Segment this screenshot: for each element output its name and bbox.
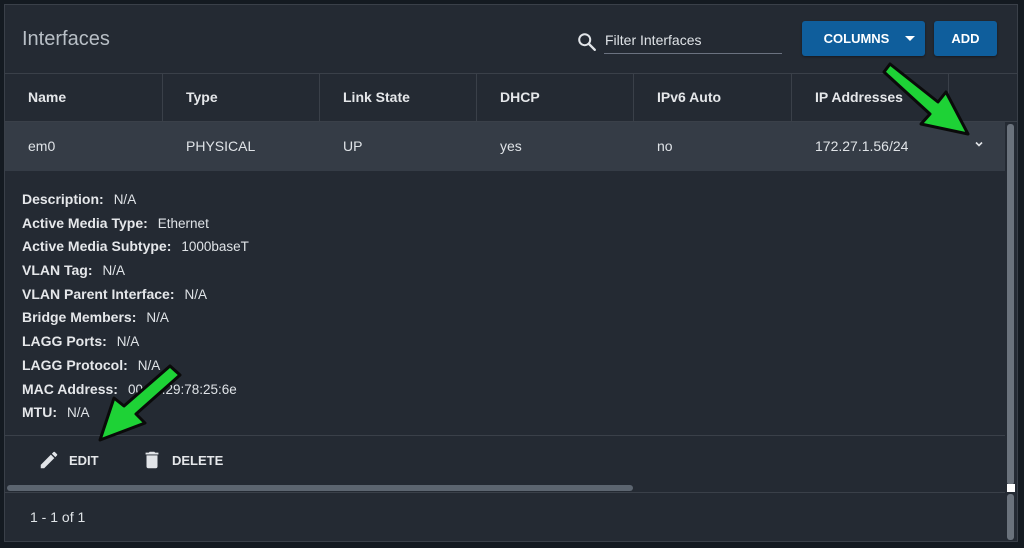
table-footer: 1 - 1 of 1 — [5, 492, 1005, 542]
vertical-scrollbar[interactable] — [1006, 122, 1016, 542]
detail-active-media-type: Active Media Type: Ethernet — [22, 214, 209, 231]
trash-icon — [145, 451, 159, 469]
cell-link-state: UP — [343, 138, 363, 154]
add-button-label: ADD — [951, 31, 980, 46]
pencil-icon — [40, 451, 58, 469]
cell-dhcp: yes — [500, 138, 522, 154]
detail-bridge-members: Bridge Members: N/A — [22, 309, 169, 326]
vertical-scrollbar-thumb[interactable] — [1007, 124, 1014, 485]
table-row[interactable]: em0 PHYSICAL UP yes no 172.27.1.56/24 — [5, 122, 1005, 171]
column-header-name[interactable]: Name — [5, 74, 163, 121]
toolbar: Interfaces COLUMNS ADD — [5, 5, 1017, 73]
detail-vlan-tag: VLAN Tag: N/A — [22, 262, 126, 279]
table-header: Name Type Link State DHCP IPv6 Auto Conf… — [5, 73, 1017, 152]
search-icon — [578, 33, 596, 51]
column-header-link-state[interactable]: Link State — [320, 74, 477, 121]
column-header-ipv6-auto-configure[interactable]: IPv6 Auto Configure — [634, 74, 792, 152]
horizontal-scrollbar-thumb[interactable] — [7, 485, 633, 491]
columns-button[interactable]: COLUMNS — [802, 21, 925, 56]
interfaces-card: Interfaces COLUMNS ADD Name Type Link St… — [4, 4, 1018, 542]
horizontal-scrollbar[interactable] — [5, 483, 1005, 492]
green-arrow-to-expand — [882, 62, 970, 136]
filter-interfaces-input[interactable] — [604, 27, 782, 54]
column-header-type[interactable]: Type — [163, 74, 320, 121]
detail-description: Description: N/A — [22, 191, 137, 207]
detail-active-media-subtype: Active Media Subtype: 1000baseT — [22, 238, 249, 255]
vertical-scrollbar-lower-segment[interactable] — [1007, 494, 1014, 540]
delete-label: DELETE — [172, 452, 224, 468]
columns-button-label: COLUMNS — [823, 31, 890, 46]
detail-lagg-ports: LAGG Ports: N/A — [22, 333, 140, 350]
add-button[interactable]: ADD — [934, 21, 997, 56]
pagination-range: 1 - 1 of 1 — [30, 509, 86, 525]
cell-name: em0 — [28, 138, 56, 154]
cell-type: PHYSICAL — [186, 138, 256, 154]
caret-down-icon — [905, 36, 915, 41]
scrollbar-corner — [1007, 484, 1015, 492]
green-arrow-to-edit — [98, 364, 182, 442]
column-header-dhcp[interactable]: DHCP — [477, 74, 634, 121]
cell-ipv6: no — [657, 138, 673, 154]
edit-label: EDIT — [69, 452, 99, 468]
page-title: Interfaces — [22, 28, 110, 50]
detail-vlan-parent-interface: VLAN Parent Interface: N/A — [22, 285, 207, 302]
